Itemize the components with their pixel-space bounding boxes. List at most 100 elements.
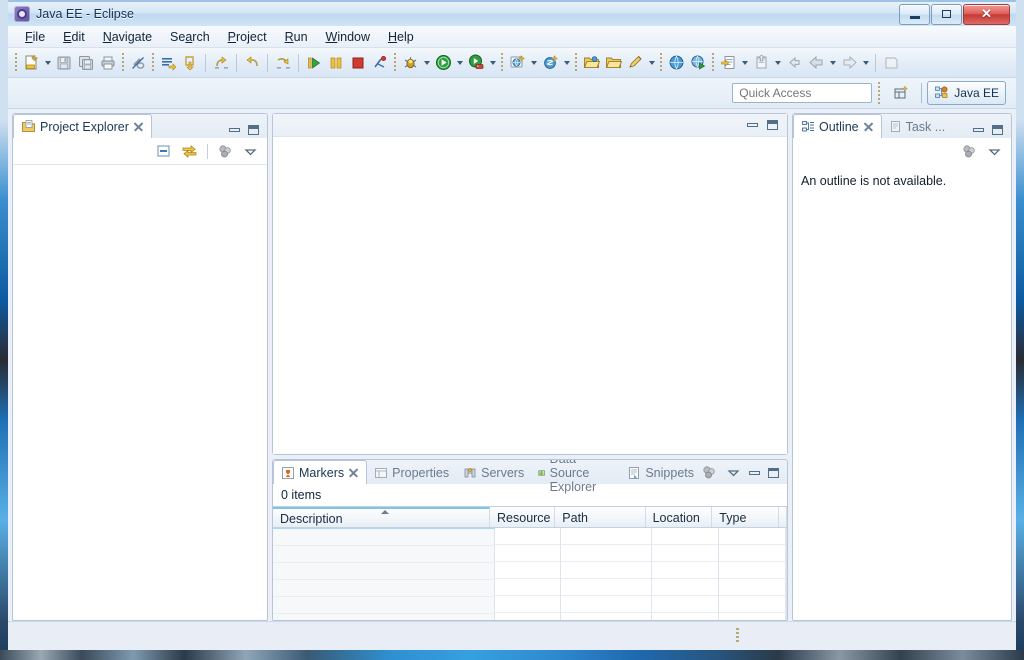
disconnect-icon[interactable] <box>369 52 391 74</box>
column-header-resource[interactable]: Resource <box>490 507 556 527</box>
minimize-icon[interactable] <box>973 128 984 132</box>
view-menu-icon[interactable] <box>243 144 258 159</box>
minimize-window-button[interactable] <box>899 3 930 25</box>
forward-icon[interactable] <box>838 52 860 74</box>
maximize-icon[interactable] <box>768 467 779 478</box>
debug-icon[interactable] <box>399 52 421 74</box>
debug-dropdown-icon[interactable] <box>421 52 432 74</box>
column-header-type[interactable]: Type <box>712 507 779 527</box>
pin-editor-icon[interactable] <box>880 52 902 74</box>
resume-icon[interactable] <box>303 52 325 74</box>
undo-icon[interactable] <box>241 52 263 74</box>
close-icon[interactable] <box>348 467 359 478</box>
close-window-button[interactable]: ✕ <box>963 3 1010 25</box>
menu-file[interactable]: File <box>16 28 54 46</box>
menu-edit[interactable]: Edit <box>54 28 94 46</box>
print-icon[interactable] <box>97 52 119 74</box>
maximize-icon[interactable] <box>767 120 778 130</box>
restore-window-button[interactable] <box>931 3 962 25</box>
run-on-server-icon[interactable] <box>465 52 487 74</box>
editor-area <box>272 113 788 455</box>
window-border-right <box>1016 0 1024 660</box>
bottom-panel: Markers Properties Servers Source Explor… <box>272 459 788 621</box>
new-wizard-dropdown-icon[interactable] <box>42 52 53 74</box>
tab-markers[interactable]: Markers <box>273 460 368 484</box>
new-server-icon[interactable] <box>539 52 561 74</box>
markers-table-header: Description Resource Path Location Type <box>273 506 787 528</box>
menu-help[interactable]: Help <box>379 28 423 46</box>
new-web-project-dropdown-icon[interactable] <box>528 52 539 74</box>
back-icon[interactable] <box>805 52 827 74</box>
minimize-icon[interactable] <box>747 123 758 127</box>
focus-on-active-task-icon[interactable] <box>701 464 718 481</box>
project-explorer-view: Project Explorer <box>12 113 268 621</box>
open-folder-icon[interactable] <box>580 52 602 74</box>
view-menu-icon[interactable] <box>987 144 1002 159</box>
suspend-icon[interactable] <box>325 52 347 74</box>
maximize-icon[interactable] <box>992 125 1003 135</box>
menu-run[interactable]: Run <box>276 28 317 46</box>
column-header-filler[interactable] <box>779 507 787 527</box>
back-dropdown-icon[interactable] <box>827 52 838 74</box>
next-annotation-icon[interactable] <box>750 52 772 74</box>
open-folder-alt-icon[interactable] <box>602 52 624 74</box>
tab-task-list[interactable]: Task ... <box>882 115 953 138</box>
focus-on-active-task-icon[interactable] <box>961 143 978 160</box>
project-explorer-tree[interactable] <box>13 164 267 620</box>
open-task-icon[interactable] <box>157 52 179 74</box>
previous-edit-icon[interactable] <box>783 52 805 74</box>
title-bar[interactable]: Java EE - Eclipse ✕ <box>8 2 1016 26</box>
toolbar-separator <box>712 52 714 73</box>
perspective-java-ee-button[interactable]: Java EE <box>927 81 1006 105</box>
new-annotation-icon[interactable] <box>717 52 739 74</box>
new-annotation-dropdown-icon[interactable] <box>739 52 750 74</box>
tab-project-explorer[interactable]: Project Explorer <box>13 114 152 138</box>
step-return-icon[interactable] <box>210 52 232 74</box>
outline-empty-message: An outline is not available. <box>801 174 947 188</box>
close-icon[interactable] <box>133 121 144 132</box>
status-bar-grip[interactable] <box>736 628 739 644</box>
menu-search[interactable]: Search <box>161 28 219 46</box>
next-annotation-dropdown-icon[interactable] <box>772 52 783 74</box>
collapse-all-icon[interactable] <box>156 143 172 159</box>
no-link-icon[interactable] <box>127 52 149 74</box>
run-web-icon[interactable] <box>687 52 709 74</box>
tab-data-source-explorer[interactable]: Data Source Explorer <box>531 460 620 494</box>
view-menu-icon[interactable] <box>726 465 741 480</box>
close-icon[interactable] <box>863 121 874 132</box>
focus-on-active-task-icon[interactable] <box>217 143 234 160</box>
terminate-icon[interactable] <box>347 52 369 74</box>
tab-snippets[interactable]: Snippets <box>620 461 701 484</box>
tab-servers[interactable]: Servers <box>456 461 531 484</box>
new-server-dropdown-icon[interactable] <box>561 52 572 74</box>
tab-properties[interactable]: Properties <box>367 461 456 484</box>
menu-window[interactable]: Window <box>317 28 379 46</box>
edit-pencil-icon[interactable] <box>624 52 646 74</box>
quick-access-input[interactable] <box>732 83 873 103</box>
forward-dropdown-icon[interactable] <box>860 52 871 74</box>
link-with-editor-icon[interactable] <box>181 143 198 160</box>
run-dropdown-icon[interactable] <box>454 52 465 74</box>
open-perspective-button[interactable] <box>886 81 916 105</box>
new-wizard-icon[interactable] <box>20 52 42 74</box>
step-over-icon[interactable] <box>272 52 294 74</box>
column-header-description[interactable]: Description <box>273 507 491 527</box>
menu-navigate[interactable]: Navigate <box>94 28 161 46</box>
open-type-icon[interactable] <box>179 52 201 74</box>
column-header-path[interactable]: Path <box>555 507 646 527</box>
minimize-icon[interactable] <box>749 470 760 475</box>
markers-table-body[interactable] <box>273 528 787 620</box>
web-browser-icon[interactable] <box>665 52 687 74</box>
menu-project[interactable]: Project <box>219 28 276 46</box>
minimize-icon[interactable] <box>229 128 240 132</box>
column-header-location[interactable]: Location <box>646 507 713 527</box>
save-all-icon[interactable] <box>75 52 97 74</box>
tab-outline[interactable]: Outline <box>793 114 882 138</box>
run-on-server-dropdown-icon[interactable] <box>487 52 498 74</box>
edit-pencil-dropdown-icon[interactable] <box>646 52 657 74</box>
save-icon[interactable] <box>53 52 75 74</box>
editor-canvas[interactable] <box>273 137 787 454</box>
run-icon[interactable] <box>432 52 454 74</box>
new-web-project-icon[interactable] <box>506 52 528 74</box>
maximize-icon[interactable] <box>248 125 259 135</box>
